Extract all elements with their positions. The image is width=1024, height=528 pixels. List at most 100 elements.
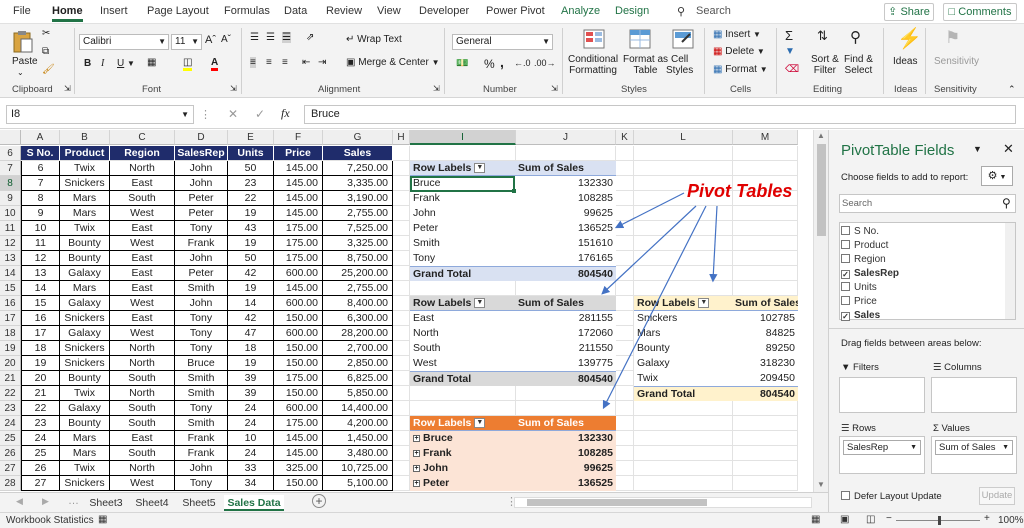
font-launcher-icon[interactable]: ⇲: [230, 84, 237, 93]
format-as-table-button[interactable]: Format as Table: [623, 54, 668, 76]
menu-review[interactable]: Review: [326, 5, 362, 17]
paste-chevron-icon[interactable]: ⌄: [17, 68, 24, 77]
find-select-icon[interactable]: ⚲: [850, 28, 861, 46]
menu-analyze[interactable]: Analyze: [561, 5, 600, 17]
update-button[interactable]: Update: [979, 487, 1015, 505]
increase-indent-icon[interactable]: ⇥: [318, 57, 326, 68]
field-checkbox[interactable]: [841, 296, 850, 305]
merge-center-button[interactable]: ▣ Merge & Center ▼: [346, 57, 440, 68]
menu-view[interactable]: View: [377, 5, 401, 17]
sensitivity-button[interactable]: Sensitivity: [934, 56, 979, 67]
share-button[interactable]: ⇪ Share: [884, 3, 934, 21]
conditional-formatting-button[interactable]: Conditional Formatting: [568, 54, 618, 76]
insert-cells-button[interactable]: ▦ Insert ▼: [713, 29, 761, 40]
zoom-out-icon[interactable]: −: [886, 513, 892, 524]
field-checkbox[interactable]: ✓: [841, 270, 850, 279]
field-search-input[interactable]: Search ⚲: [839, 194, 1016, 213]
align-center-icon[interactable]: ≡: [266, 57, 272, 68]
spreadsheet-grid[interactable]: A B C D E F G H I J K L M 6 7 8 9 10 11 12 13 14 15 16 17 18 19 20 2…: [0, 130, 813, 492]
field-checkbox[interactable]: [841, 226, 850, 235]
ideas-icon[interactable]: ⚡: [897, 26, 922, 51]
cell-styles-button[interactable]: Cell Styles: [666, 54, 693, 76]
field-region[interactable]: Region: [841, 254, 886, 265]
menu-developer[interactable]: Developer: [419, 5, 469, 17]
fill-color-icon[interactable]: ◫: [183, 57, 193, 71]
format-as-table-icon[interactable]: [629, 29, 651, 49]
menu-insert[interactable]: Insert: [100, 5, 128, 17]
align-top-icon[interactable]: ☰: [250, 32, 259, 43]
filters-area[interactable]: [839, 377, 925, 413]
comma-style-icon[interactable]: ,: [500, 54, 504, 70]
collapse-ribbon-icon[interactable]: ⌃: [1008, 84, 1016, 95]
accounting-format-icon[interactable]: 💵: [456, 58, 468, 69]
tab-prev-icon[interactable]: ◀: [16, 496, 23, 507]
values-area[interactable]: Sum of Sales ▼: [931, 436, 1017, 474]
page-layout-view-icon[interactable]: ▣: [840, 514, 849, 525]
paste-label[interactable]: Paste: [12, 56, 38, 67]
tab-next-icon[interactable]: ▶: [42, 496, 49, 507]
values-field-sum-of-sales[interactable]: Sum of Sales ▼: [935, 440, 1013, 455]
align-bottom-icon[interactable]: ☰: [282, 32, 291, 43]
font-color-icon[interactable]: A: [211, 57, 219, 71]
orientation-icon[interactable]: ⇗: [306, 32, 314, 43]
field-checkbox[interactable]: [841, 282, 850, 291]
field-units[interactable]: Units: [841, 282, 877, 293]
align-left-icon[interactable]: ≡: [250, 57, 256, 68]
percent-icon[interactable]: %: [484, 57, 495, 71]
copy-icon[interactable]: ⧉: [42, 46, 49, 57]
decrease-decimal-icon[interactable]: .00→: [534, 58, 556, 68]
tab-more-icon[interactable]: …: [68, 495, 79, 507]
borders-icon[interactable]: ▦: [147, 57, 156, 68]
defer-layout-checkbox[interactable]: Defer Layout Update: [841, 491, 942, 502]
font-name-select[interactable]: Calibri ▼: [79, 34, 169, 50]
autosum-icon[interactable]: Σ: [785, 28, 793, 43]
menu-file[interactable]: File: [13, 5, 31, 17]
field-product[interactable]: Product: [841, 240, 888, 251]
decrease-font-icon[interactable]: Aˇ: [221, 34, 231, 45]
zoom-slider-thumb[interactable]: [938, 516, 941, 525]
page-break-view-icon[interactable]: ◫: [866, 514, 875, 525]
paste-icon[interactable]: [12, 30, 34, 54]
delete-cells-button[interactable]: ▦ Delete ▼: [713, 46, 765, 57]
number-format-select[interactable]: General ▼: [452, 34, 553, 50]
tab-sheet3[interactable]: Sheet3: [84, 495, 128, 511]
field-salesrep[interactable]: ✓ SalesRep: [841, 268, 899, 279]
wrap-text-button[interactable]: ↵ Wrap Text: [346, 34, 402, 45]
field-checkbox[interactable]: [841, 240, 850, 249]
menu-formulas[interactable]: Formulas: [224, 5, 270, 17]
rows-area[interactable]: SalesRep ▼: [839, 436, 925, 474]
field-price[interactable]: Price: [841, 296, 877, 307]
sort-filter-button[interactable]: Sort & Filter: [811, 54, 839, 76]
menu-home[interactable]: Home: [52, 5, 83, 22]
italic-button[interactable]: I: [101, 58, 104, 69]
columns-area[interactable]: [931, 377, 1017, 413]
scroll-down-icon[interactable]: ▼: [817, 480, 825, 489]
cut-icon[interactable]: ✂: [42, 28, 50, 39]
chevron-down-icon[interactable]: ▼: [127, 59, 135, 68]
menu-design[interactable]: Design: [615, 5, 649, 17]
normal-view-icon[interactable]: ▦: [811, 514, 820, 525]
tab-sheet4[interactable]: Sheet4: [130, 495, 174, 511]
menu-page-layout[interactable]: Page Layout: [147, 5, 209, 17]
tab-sheet5[interactable]: Sheet5: [177, 495, 221, 511]
menu-data[interactable]: Data: [284, 5, 307, 17]
clipboard-launcher-icon[interactable]: ⇲: [64, 84, 71, 93]
name-box[interactable]: I8 ▼: [6, 105, 194, 124]
increase-font-icon[interactable]: Aˆ: [205, 34, 216, 46]
scroll-up-icon[interactable]: ▲: [817, 131, 825, 140]
field-s-no[interactable]: S No.: [841, 226, 879, 237]
scrollbar-thumb[interactable]: [817, 144, 826, 236]
insert-function-icon[interactable]: fx: [281, 106, 290, 121]
cancel-icon[interactable]: ✕: [228, 107, 238, 121]
zoom-level[interactable]: 100%: [998, 515, 1024, 526]
field-list-scrollbar[interactable]: [1005, 223, 1015, 319]
underline-button[interactable]: U: [117, 58, 124, 69]
font-size-select[interactable]: 11 ▼: [171, 34, 202, 50]
pane-options-chevron-icon[interactable]: ▼: [973, 144, 982, 154]
find-select-button[interactable]: Find & Select: [844, 54, 873, 76]
search-icon[interactable]: ⚲: [677, 5, 685, 18]
workbook-statistics[interactable]: Workbook Statistics: [6, 515, 94, 526]
format-cells-button[interactable]: ▦ Format ▼: [713, 64, 768, 75]
cell-styles-icon[interactable]: [672, 29, 694, 49]
number-launcher-icon[interactable]: ⇲: [551, 84, 558, 93]
